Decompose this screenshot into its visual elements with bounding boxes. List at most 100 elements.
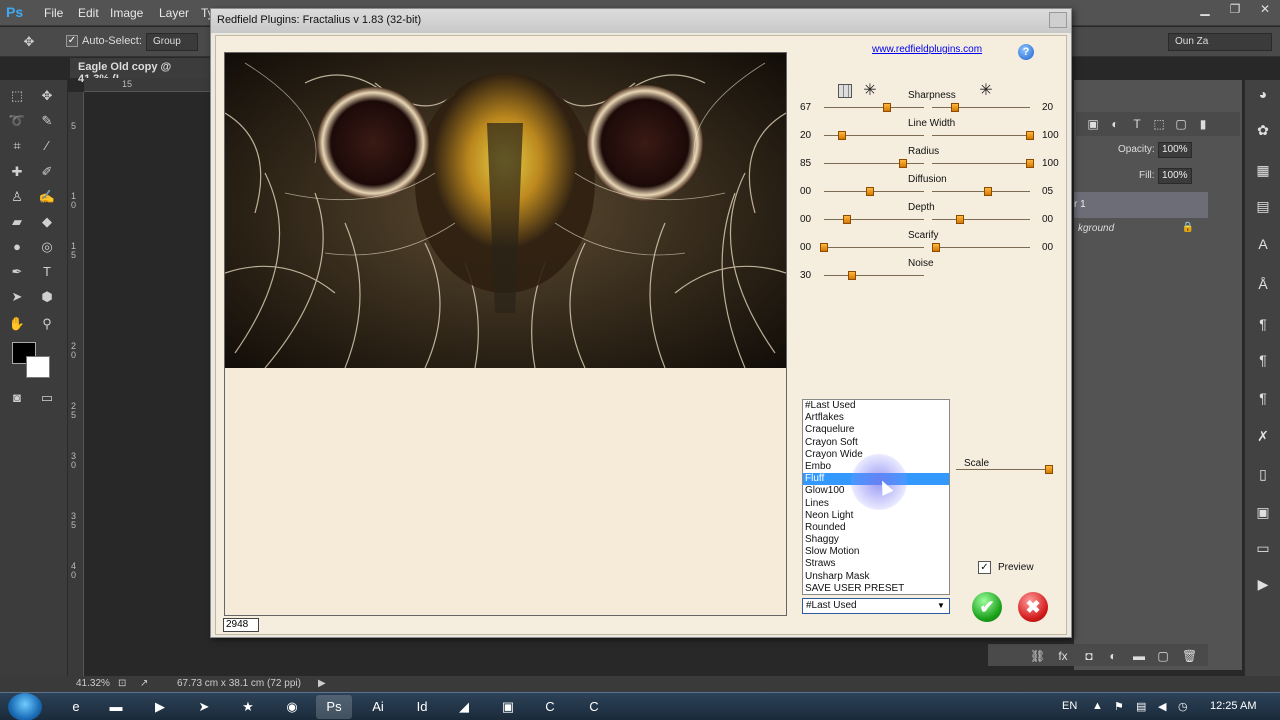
path-select-tool-icon[interactable]: ➤ — [8, 289, 26, 305]
restore-icon[interactable]: ❐ — [1220, 0, 1250, 20]
start-button[interactable] — [8, 693, 42, 720]
new-layer-icon[interactable]: ▢ — [1156, 649, 1170, 663]
share-icon[interactable]: ↗ — [140, 678, 148, 689]
blur-tool-icon[interactable]: ● — [8, 239, 26, 255]
lasso-tool-icon[interactable]: ➰ — [8, 113, 26, 129]
transform-panel-icon[interactable]: ✗ — [1253, 428, 1273, 446]
fill-field[interactable]: 100% — [1158, 168, 1192, 184]
preset-option[interactable]: SAVE USER PRESET — [803, 583, 949, 595]
eyedropper-tool-icon[interactable]: ⁄ — [38, 138, 56, 154]
layer-row[interactable]: r 1 — [1074, 192, 1208, 218]
photoshop-taskbar-icon[interactable]: Ps — [316, 695, 352, 719]
help-icon[interactable]: ? — [1018, 44, 1034, 60]
pinned-app-icon[interactable]: ▣ — [490, 695, 526, 719]
menu-layer[interactable]: Layer — [159, 6, 189, 20]
preset-select[interactable]: #Last Used ▼ — [802, 598, 950, 614]
adjustment-filter-icon[interactable]: ◐ — [1108, 117, 1122, 131]
scarify-slider-handle[interactable] — [932, 243, 940, 252]
noise-slider-handle[interactable] — [848, 271, 856, 280]
language-indicator[interactable]: EN — [1062, 700, 1077, 712]
auto-select-checkbox[interactable]: ✓ — [66, 35, 78, 47]
marquee-tool-icon[interactable]: ⬚ — [8, 88, 26, 104]
quick-mask-icon[interactable]: ◙ — [8, 390, 26, 406]
menu-file[interactable]: File — [44, 6, 63, 20]
clock-icon[interactable]: ◷ — [1178, 700, 1188, 713]
swatches-panel-icon[interactable]: ✿ — [1253, 122, 1273, 140]
type-tool-icon[interactable]: T — [38, 264, 56, 280]
pinned-app-icon[interactable]: ➤ — [186, 695, 222, 719]
group-folder-icon[interactable]: ▬ — [1132, 649, 1146, 663]
firefox-icon[interactable]: ◉ — [274, 695, 310, 719]
preset-option[interactable]: Craquelure — [803, 424, 949, 436]
healing-tool-icon[interactable]: ✚ — [8, 164, 26, 180]
stamp-tool-icon[interactable]: ♙ — [8, 189, 26, 205]
diffusion-slider-handle[interactable] — [984, 187, 992, 196]
character-panel-icon[interactable]: A — [1253, 236, 1273, 254]
zoom-level[interactable]: 41.32% — [76, 678, 110, 689]
close-icon[interactable]: ✕ — [1250, 0, 1280, 20]
background-color-swatch[interactable] — [26, 356, 50, 378]
pen-tool-icon[interactable]: ✒ — [8, 264, 26, 280]
sharpness-slider-handle[interactable] — [951, 103, 959, 112]
pinned-app-icon[interactable]: ★ — [230, 695, 266, 719]
auto-select-target-select[interactable]: Group — [146, 33, 198, 51]
scale-slider-handle[interactable] — [1045, 465, 1053, 474]
diffusion-slider-handle[interactable] — [866, 187, 874, 196]
workspace-select[interactable]: Oun Za — [1168, 33, 1272, 51]
crop-tool-icon[interactable]: ⌗ — [8, 138, 26, 154]
depth-slider-handle[interactable] — [843, 215, 851, 224]
preset-option[interactable]: Crayon Soft — [803, 437, 949, 449]
opacity-field[interactable]: 100% — [1158, 142, 1192, 158]
preset-option[interactable]: #Last Used — [803, 400, 949, 412]
depth-slider-handle[interactable] — [956, 215, 964, 224]
move-tool-icon[interactable]: ✥ — [38, 88, 56, 104]
info-panel-icon[interactable]: ▯ — [1253, 466, 1273, 484]
illustrator-icon[interactable]: Ai — [360, 695, 396, 719]
volume-icon[interactable]: ◀ — [1158, 700, 1166, 713]
network-icon[interactable]: ▤ — [1136, 700, 1146, 713]
preview-checkbox[interactable]: ✓ — [978, 561, 991, 574]
type-filter-icon[interactable]: T — [1130, 117, 1144, 131]
radius-slider-handle[interactable] — [1026, 159, 1034, 168]
media-player-icon[interactable]: ▶ — [142, 695, 178, 719]
preset-option[interactable]: Straws — [803, 558, 949, 570]
shape-filter-icon[interactable]: ⬚ — [1152, 117, 1166, 131]
navigator-panel-icon[interactable]: ▣ — [1253, 504, 1273, 522]
zoom-tool-icon[interactable]: ⚲ — [38, 316, 56, 332]
preset-option[interactable]: Artflakes — [803, 412, 949, 424]
dodge-tool-icon[interactable]: ◎ — [38, 239, 56, 255]
dialog-close-button[interactable] — [1049, 12, 1067, 28]
sharpness-slider-handle[interactable] — [883, 103, 891, 112]
pinned-app-icon[interactable]: ◢ — [446, 695, 482, 719]
smart-object-filter-icon[interactable]: ▢ — [1174, 117, 1188, 131]
dropdown-arrow-icon[interactable]: ▼ — [935, 600, 947, 612]
ie-icon[interactable]: e — [58, 695, 94, 719]
radius-slider-handle[interactable] — [899, 159, 907, 168]
histogram-panel-icon[interactable]: ▭ — [1253, 540, 1273, 558]
system-clock[interactable]: 12:25 AM — [1210, 700, 1256, 712]
adjustment-layer-icon[interactable]: ◐ — [1106, 649, 1120, 663]
export-icon[interactable]: ⊡ — [118, 678, 126, 689]
line-width-slider-handle[interactable] — [838, 131, 846, 140]
preset-option[interactable]: Unsharp Mask — [803, 571, 949, 583]
trash-icon[interactable]: 🗑 — [1182, 649, 1197, 663]
tray-expand-icon[interactable]: ▲ — [1092, 700, 1103, 712]
styles-panel-icon[interactable]: ▤ — [1253, 198, 1273, 216]
preset-option[interactable]: Shaggy — [803, 534, 949, 546]
scarify-slider-handle[interactable] — [820, 243, 828, 252]
timeline-play-icon[interactable]: ▶ — [1253, 576, 1273, 594]
layer-mask-icon[interactable]: ◘ — [1082, 649, 1096, 663]
grid-panel-icon[interactable]: ▦ — [1253, 162, 1273, 180]
ok-button[interactable]: ✔ — [972, 592, 1002, 622]
paragraph-panel-icon[interactable]: ¶ — [1253, 316, 1273, 334]
shape-tool-icon[interactable]: ⬢ — [38, 289, 56, 305]
camtasia-icon[interactable]: C — [532, 695, 568, 719]
preset-option[interactable]: Neon Light — [803, 510, 949, 522]
character-styles-icon[interactable]: ¶ — [1253, 390, 1273, 408]
glyphs-panel-icon[interactable]: Å — [1253, 276, 1273, 294]
paint-bucket-tool-icon[interactable]: ◆ — [38, 214, 56, 230]
history-brush-tool-icon[interactable]: ✍ — [38, 189, 56, 205]
document-tab[interactable]: Eagle Old copy @ 41.3% (L — [70, 58, 212, 85]
menu-edit[interactable]: Edit — [78, 6, 99, 20]
quick-select-tool-icon[interactable]: ✎ — [38, 113, 56, 129]
